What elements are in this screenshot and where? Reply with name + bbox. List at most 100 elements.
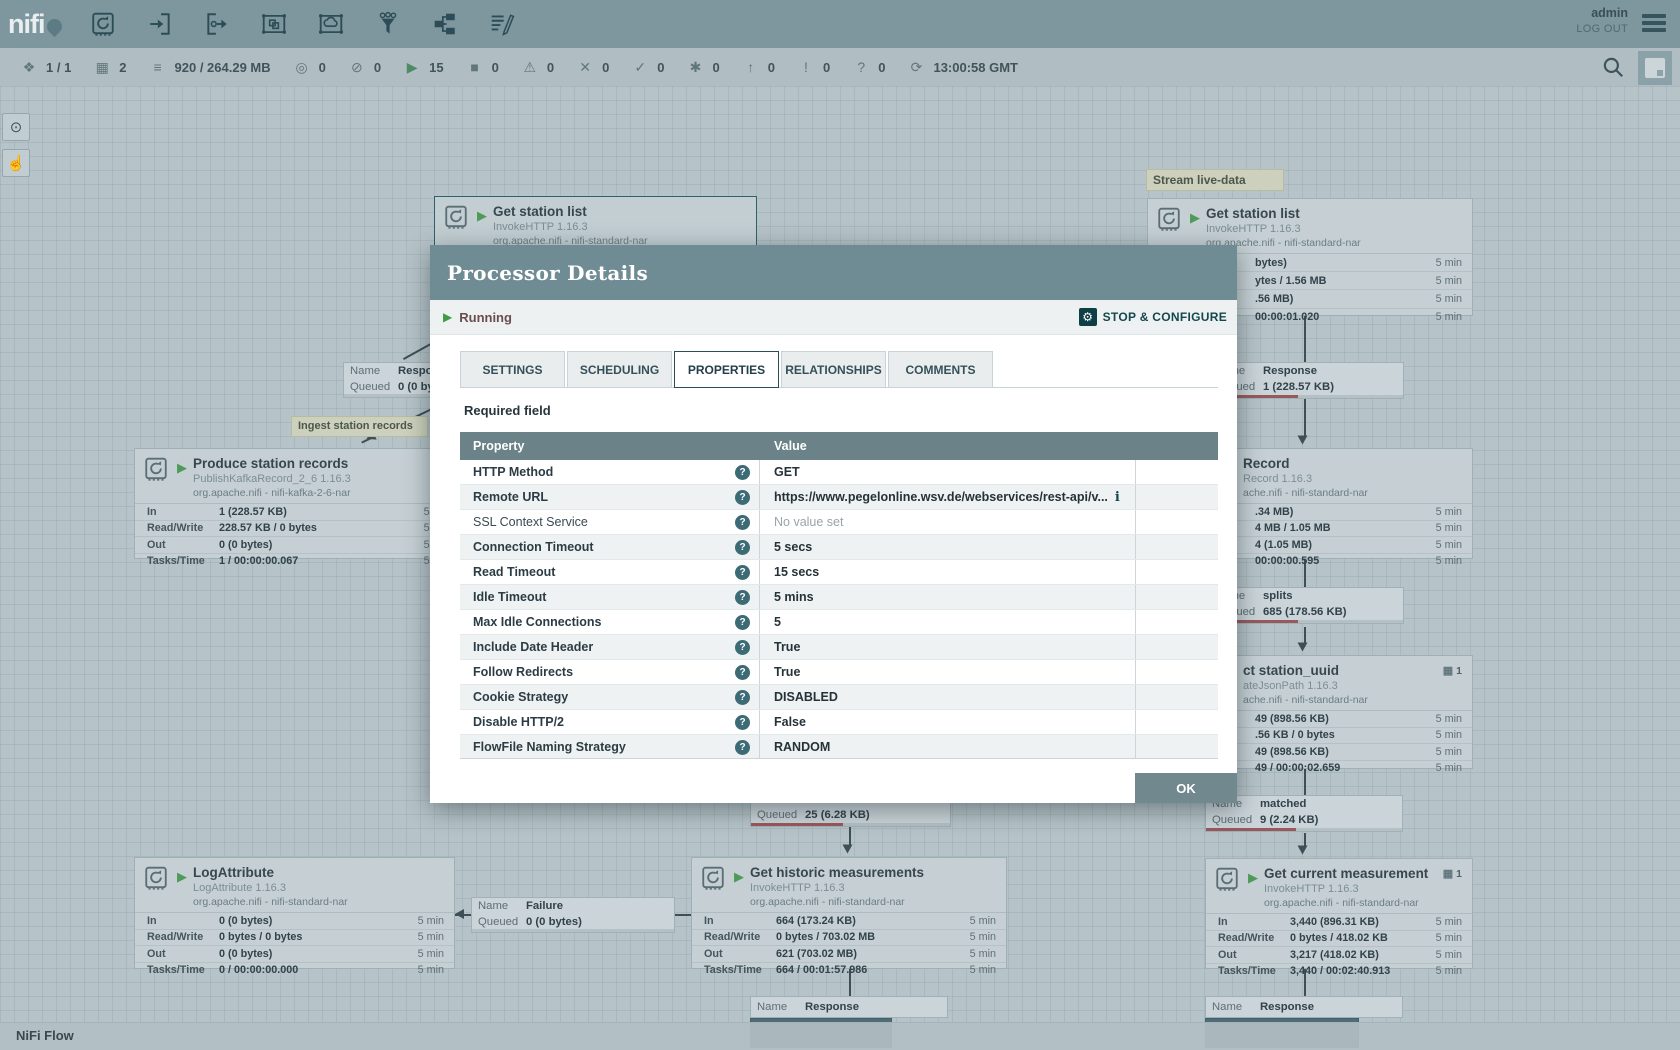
- search-icon[interactable]: [1600, 52, 1630, 84]
- help-icon[interactable]: ?: [735, 465, 750, 480]
- processor-produce-station-records[interactable]: ▶ Produce station records PublishKafkaRe…: [134, 448, 461, 559]
- processor-log-attribute[interactable]: ▶ LogAttribute LogAttribute 1.16.3 org.a…: [134, 857, 455, 969]
- connection-label-failure[interactable]: NameFailure Queued0 (0 bytes): [471, 897, 675, 933]
- status-refresh[interactable]: ⟳ 13:00:58 GMT: [907, 59, 1018, 76]
- property-row-disable-http2: Disable HTTP/2? False: [460, 710, 1218, 735]
- stat-read-write: 0 bytes / 703.02 MB: [776, 931, 952, 943]
- process-group-tool-icon[interactable]: [261, 11, 287, 37]
- tab-settings[interactable]: SETTINGS: [460, 351, 565, 387]
- dialog-title: Processor Details: [447, 261, 648, 285]
- arrowhead: [1298, 436, 1308, 445]
- running-status-label: Running: [459, 310, 512, 325]
- navigate-icon: ⊙: [10, 118, 23, 136]
- help-icon[interactable]: ?: [735, 615, 750, 630]
- help-icon[interactable]: ?: [735, 590, 750, 605]
- help-icon[interactable]: ?: [735, 565, 750, 580]
- remote-process-group-tool-icon[interactable]: [318, 11, 344, 37]
- not-transmitting-icon: ⊘: [348, 59, 366, 76]
- running-icon: ▶: [403, 59, 421, 76]
- refresh-icon[interactable]: ⟳: [907, 59, 925, 76]
- locally-modified-icon: ✱: [687, 59, 705, 76]
- tasks-badge: ▦1: [1443, 664, 1462, 677]
- funnel-tool-icon[interactable]: [375, 11, 401, 37]
- queue-size-bar: [1209, 395, 1403, 398]
- tab-scheduling[interactable]: SCHEDULING: [567, 351, 672, 387]
- stat-out: 3,217 (418.02 KB): [1290, 949, 1418, 961]
- output-port-tool-icon[interactable]: [204, 11, 230, 37]
- processor-bundle: org.apache.nifi - nifi-standard-nar: [1264, 898, 1428, 909]
- connection-label-response-live[interactable]: NameResponse Queued1 (228.57 KB): [1208, 362, 1404, 399]
- stat-read-write: .56 KB / 0 bytes: [1221, 729, 1418, 741]
- global-menu-icon[interactable]: [1642, 14, 1666, 32]
- processor-get-historic-measurements[interactable]: ▶ Get historic measurements InvokeHTTP 1…: [691, 857, 1007, 969]
- locally-modified-stale-icon: !: [797, 59, 815, 75]
- processor-get-current-measurement[interactable]: ▶ Get current measurement InvokeHTTP 1.1…: [1205, 858, 1473, 969]
- stat-tasks: 00:00:00.595: [1221, 555, 1418, 567]
- queue-size-bar: [1209, 620, 1403, 623]
- status-transmitting: ◎0: [293, 59, 326, 76]
- breadcrumb[interactable]: NiFi Flow: [16, 1028, 74, 1043]
- stat-tasks: 49 / 00:00:02.659: [1221, 762, 1418, 774]
- stat-tasks: 3,440 / 00:02:40.913: [1290, 965, 1418, 977]
- stat-in: 664 (173.24 KB): [776, 915, 952, 927]
- top-toolbar: nifi admin LOG OUT: [0, 0, 1680, 48]
- tab-comments[interactable]: COMMENTS: [888, 351, 993, 387]
- status-clustered: ❖1 / 1: [20, 59, 71, 76]
- operate-palette-button[interactable]: ☝: [2, 149, 30, 177]
- help-icon[interactable]: ?: [735, 665, 750, 680]
- help-icon[interactable]: ?: [735, 690, 750, 705]
- help-icon[interactable]: ?: [735, 715, 750, 730]
- tab-properties[interactable]: PROPERTIES: [674, 351, 779, 388]
- stop-configure-gear-icon: ⚙: [1079, 308, 1097, 326]
- invalid-icon: ⚠: [521, 59, 539, 76]
- refresh-time: 13:00:58 GMT: [933, 60, 1018, 75]
- processor-tool-icon[interactable]: [90, 11, 116, 37]
- template-tool-icon[interactable]: [432, 11, 458, 37]
- help-icon[interactable]: ?: [735, 640, 750, 655]
- processor-icon: [143, 865, 169, 891]
- input-port-tool-icon[interactable]: [147, 11, 173, 37]
- ok-button[interactable]: OK: [1135, 773, 1237, 803]
- processor-extract-station-uuid-partial[interactable]: ct station_uuid ateJsonPath 1.16.3 ache.…: [1208, 655, 1473, 769]
- properties-table: Property Value HTTP Method? GET Remote U…: [460, 432, 1218, 759]
- processor-type: LogAttribute 1.16.3: [193, 883, 348, 894]
- stop-and-configure-button[interactable]: ⚙ STOP & CONFIGURE: [1079, 308, 1227, 326]
- connection-line: [1304, 627, 1306, 643]
- property-row-follow-redirects: Follow Redirects? True: [460, 660, 1218, 685]
- stat-tasks: 1 / 00:00:00.067: [219, 555, 406, 567]
- canvas-label-stream-live-data[interactable]: Stream live-data: [1146, 169, 1284, 191]
- help-icon[interactable]: ?: [735, 515, 750, 530]
- run-status-icon: ▶: [177, 869, 187, 912]
- bulletin-sticker-icon: [1644, 57, 1666, 79]
- arrowhead: [843, 845, 853, 854]
- operate-icon: ☝: [7, 154, 26, 172]
- connection-label-response-bottom-center[interactable]: NameResponse: [750, 996, 948, 1018]
- stat-tasks: 664 / 00:01:57.986: [776, 964, 952, 976]
- processor-type: ateJsonPath 1.16.3: [1243, 681, 1368, 692]
- arrowhead: [455, 909, 464, 919]
- canvas-label-ingest-station-records[interactable]: Ingest station records: [291, 416, 428, 437]
- processor-type: Record 1.16.3: [1243, 474, 1368, 485]
- label-tool-icon[interactable]: [489, 11, 515, 37]
- running-status-icon: ▶: [443, 310, 452, 324]
- stat-out: 621 (703.02 MB): [776, 948, 952, 960]
- help-icon[interactable]: ?: [735, 740, 750, 755]
- bulletin-board-button[interactable]: [1638, 51, 1672, 85]
- processor-bundle: org.apache.nifi - nifi-kafka-2-6-nar: [193, 488, 351, 499]
- threads-icon: ▦: [93, 59, 111, 76]
- property-row-max-idle-connections: Max Idle Connections? 5: [460, 610, 1218, 635]
- transmitting-icon: ◎: [293, 59, 311, 76]
- logout-link[interactable]: LOG OUT: [1576, 23, 1628, 35]
- up-to-date-icon: ✓: [631, 59, 649, 76]
- connection-line: [849, 827, 851, 845]
- navigate-palette-button[interactable]: ⊙: [2, 113, 30, 141]
- help-icon[interactable]: ?: [735, 540, 750, 555]
- processor-record-partial[interactable]: Record Record 1.16.3 ache.nifi - nifi-st…: [1208, 448, 1473, 559]
- info-icon[interactable]: i: [1115, 490, 1120, 505]
- help-icon[interactable]: ?: [735, 490, 750, 505]
- connection-label-response-bottom-right[interactable]: NameResponse: [1205, 996, 1403, 1018]
- tab-relationships[interactable]: RELATIONSHIPS: [781, 351, 886, 387]
- status-locally-modified: ✱0: [687, 59, 720, 76]
- connection-label-splits[interactable]: Namesplits Queued685 (178.56 KB): [1208, 587, 1404, 624]
- nifi-drop-icon: [43, 15, 64, 36]
